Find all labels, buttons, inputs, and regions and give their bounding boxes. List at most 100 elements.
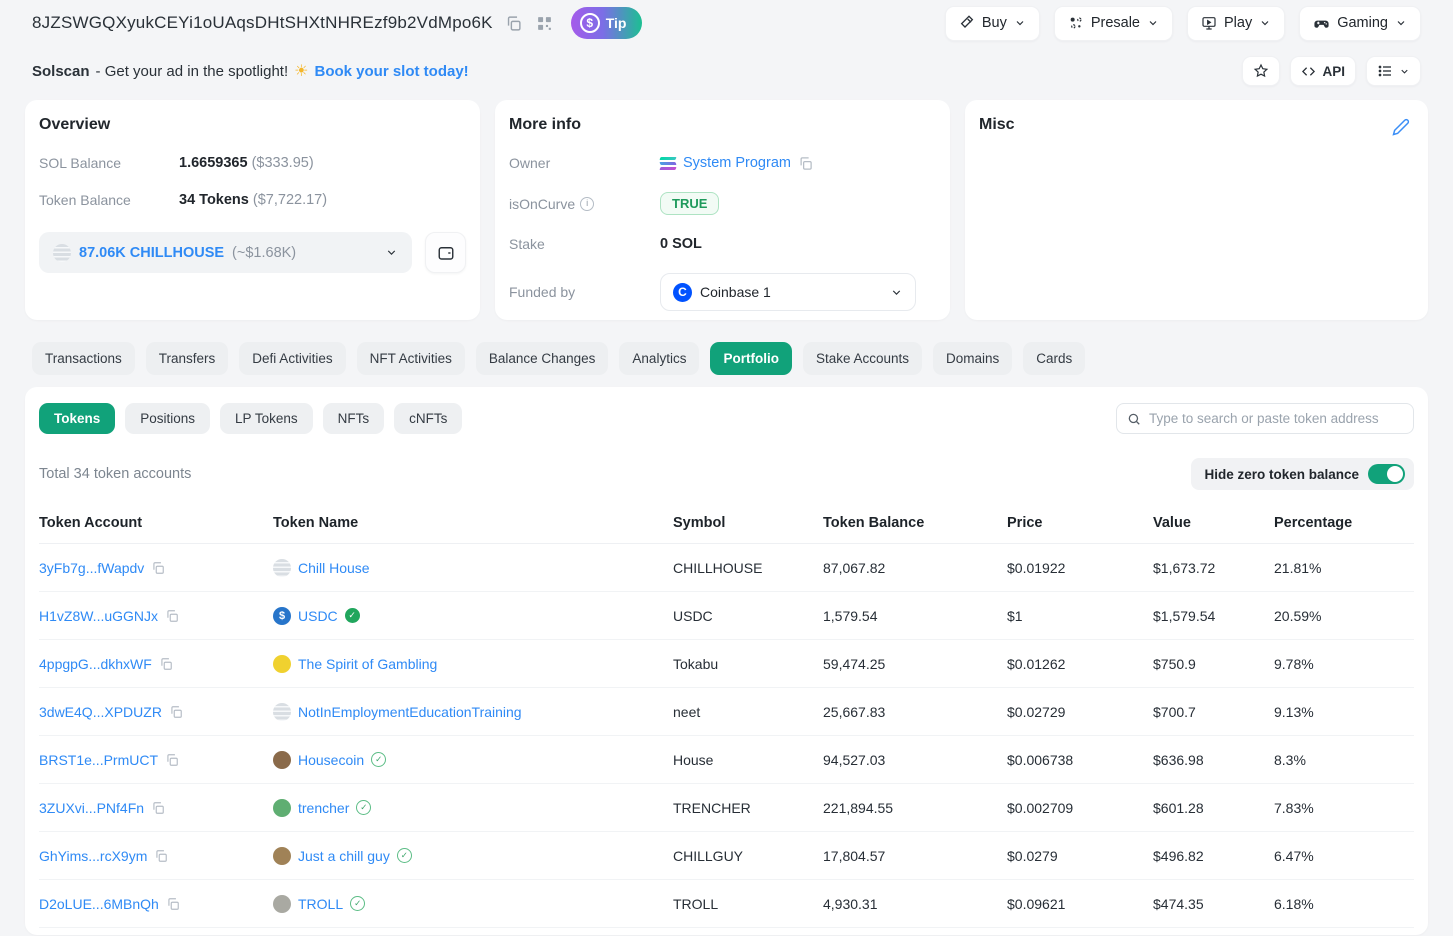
ad-banner-row: Solscan - Get your ad in the spotlight! …: [25, 50, 1428, 92]
token-account-link[interactable]: 4ppgpG...dkhxWF: [39, 656, 152, 672]
token-symbol: CHILLGUY: [673, 847, 744, 864]
selected-token-amount: 87.06K CHILLHOUSE: [79, 244, 225, 261]
chevron-down-icon: [387, 250, 396, 255]
favorite-star-button[interactable]: [1242, 56, 1281, 86]
funded-by-value: Coinbase 1: [700, 284, 771, 300]
tab-analytics[interactable]: Analytics: [619, 342, 700, 375]
tab-stake-accounts[interactable]: Stake Accounts: [802, 342, 923, 375]
token-name-link[interactable]: NotInEmploymentEducationTraining: [298, 704, 522, 720]
info-icon[interactable]: i: [580, 196, 595, 211]
stake-label: Stake: [509, 236, 545, 252]
subtab-cnfts[interactable]: cNFTs: [394, 403, 463, 434]
copy-icon[interactable]: [151, 801, 165, 815]
toggle-switch[interactable]: [1368, 464, 1405, 484]
token-symbol: CHILLHOUSE: [673, 559, 763, 576]
menu-button[interactable]: [1366, 56, 1421, 86]
table-row: 4ppgpG...dkhxWF The Spirit of Gambling ✓…: [39, 640, 1414, 688]
token-price: $0.01922: [1007, 559, 1066, 576]
token-icon: [273, 654, 291, 673]
token-balance: 221,894.55: [823, 799, 894, 816]
search-input[interactable]: [1149, 411, 1403, 426]
token-percentage: 21.81%: [1274, 559, 1322, 576]
top-header: 8JZSWGQXyukCEYi1oUAqsDHtSHXtNHREzf9b2VdM…: [25, 0, 1428, 46]
token-percentage: 20.59%: [1274, 607, 1322, 624]
token-account-link[interactable]: 3ZUXvi...PNf4Fn: [39, 800, 144, 816]
stake-value: 0 SOL: [660, 236, 702, 252]
token-name-link[interactable]: The Spirit of Gambling: [298, 656, 437, 672]
token-name-link[interactable]: USDC: [298, 608, 338, 624]
subtab-positions[interactable]: Positions: [125, 403, 211, 434]
tab-portfolio[interactable]: Portfolio: [710, 342, 792, 375]
verified-check-icon: ✓: [371, 752, 387, 767]
token-name-link[interactable]: Chill House: [298, 560, 370, 576]
verified-check-icon: ✓: [344, 608, 360, 623]
table-row: 3ZUXvi...PNf4Fn trencher ✓ TRENCHER 221,…: [39, 784, 1414, 832]
token-account-link[interactable]: D2oLUE...6MBnQh: [39, 896, 159, 912]
token-symbol: Tokabu: [673, 655, 719, 672]
api-button[interactable]: API: [1290, 56, 1356, 86]
tip-button[interactable]: $ Tip: [570, 7, 643, 39]
presale-button[interactable]: Presale: [1053, 5, 1173, 41]
play-button[interactable]: Play: [1187, 5, 1286, 41]
token-percentage: 6.47%: [1274, 847, 1314, 864]
book-slot-link[interactable]: Book your slot today!: [314, 63, 468, 80]
tab-transactions[interactable]: Transactions: [32, 342, 135, 375]
tab-domains[interactable]: Domains: [933, 342, 1013, 375]
col-value: Value: [1153, 514, 1191, 531]
tab-balance-changes[interactable]: Balance Changes: [475, 342, 609, 375]
token-account-link[interactable]: 3yFb7g...fWapdv: [39, 560, 144, 576]
token-symbol: USDC: [673, 607, 713, 624]
sol-balance-value: 1.6659365: [179, 155, 248, 171]
token-balance-value: 34 Tokens: [179, 192, 249, 208]
copy-icon[interactable]: [165, 609, 179, 623]
subtab-tokens[interactable]: Tokens: [39, 403, 116, 434]
sol-balance-label: SOL Balance: [39, 155, 121, 171]
token-account-link[interactable]: H1vZ8W...uGGNJx: [39, 608, 158, 624]
hide-zero-toggle-group[interactable]: Hide zero token balance: [1191, 458, 1414, 490]
copy-icon[interactable]: [151, 561, 165, 575]
gaming-button[interactable]: Gaming: [1299, 5, 1421, 41]
copy-icon[interactable]: [159, 657, 173, 671]
buy-button[interactable]: Buy: [944, 5, 1040, 41]
token-percentage: 8.3%: [1274, 751, 1306, 768]
owner-link[interactable]: System Program: [683, 155, 791, 171]
token-name-link[interactable]: Just a chill guy: [298, 848, 390, 864]
token-account-link[interactable]: 3dwE4Q...XPDUZR: [39, 704, 162, 720]
tab-defi-activities[interactable]: Defi Activities: [239, 342, 346, 375]
token-value: $1,673.72: [1153, 559, 1216, 576]
token-account-link[interactable]: BRST1e...PrmUCT: [39, 752, 158, 768]
token-symbol: TRENCHER: [673, 799, 751, 816]
token-value: $750.9: [1153, 655, 1196, 672]
token-name-link[interactable]: trencher: [298, 800, 349, 816]
isoncurve-label: isOnCurve: [509, 195, 576, 212]
token-selector-dropdown[interactable]: 87.06K CHILLHOUSE (~$1.68K): [39, 232, 412, 273]
tab-nft-activities[interactable]: NFT Activities: [356, 342, 465, 375]
edit-pencil-icon[interactable]: [1392, 118, 1410, 139]
tab-cards[interactable]: Cards: [1023, 342, 1086, 375]
token-price: $0.002709: [1007, 799, 1074, 816]
subtab-nfts[interactable]: NFTs: [322, 403, 385, 434]
qr-code-icon[interactable]: [534, 13, 555, 34]
funded-by-dropdown[interactable]: C Coinbase 1: [660, 273, 916, 311]
copy-icon[interactable]: [165, 753, 179, 767]
token-balance: 17,804.57: [823, 847, 886, 864]
tab-transfers[interactable]: Transfers: [145, 342, 229, 375]
copy-address-icon[interactable]: [503, 13, 524, 34]
copy-icon[interactable]: [169, 705, 183, 719]
copy-icon[interactable]: [798, 156, 813, 171]
copy-icon[interactable]: [154, 849, 168, 863]
token-name-link[interactable]: TROLL: [298, 896, 343, 912]
chevron-down-icon: [1397, 21, 1405, 26]
verified-check-icon: ✓: [396, 848, 412, 863]
gaming-icon: [1313, 15, 1330, 32]
token-account-link[interactable]: GhYims...rcX9ym: [39, 848, 147, 864]
token-name-link[interactable]: Housecoin: [298, 752, 364, 768]
subtab-lp-tokens[interactable]: LP Tokens: [220, 403, 313, 434]
wallet-view-button[interactable]: [425, 232, 466, 273]
copy-icon[interactable]: [166, 897, 180, 911]
top-nav-buttons: Buy Presale Play Gaming: [944, 5, 1421, 41]
col-token-account: Token Account: [39, 514, 143, 531]
verified-check-icon: ✓: [356, 800, 372, 815]
chevron-down-icon: [1401, 69, 1408, 74]
presale-icon: [1068, 15, 1084, 31]
